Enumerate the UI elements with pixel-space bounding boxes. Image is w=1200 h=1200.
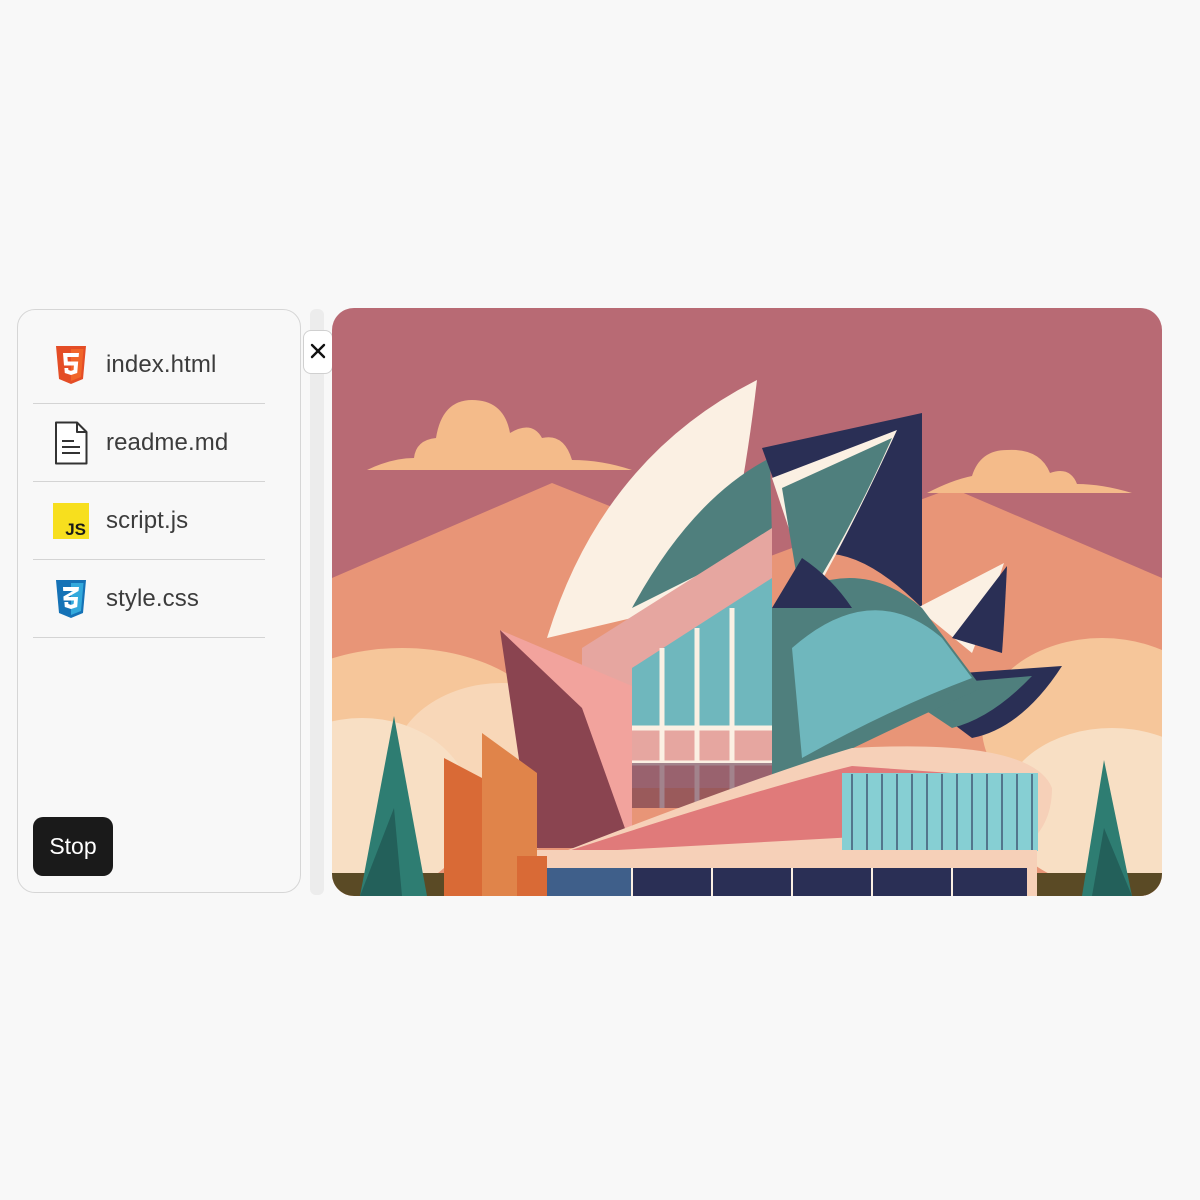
file-item-script-js[interactable]: JS script.js	[33, 482, 265, 560]
file-item-index-html[interactable]: index.html	[33, 326, 265, 404]
image-preview	[332, 308, 1162, 896]
file-item-style-css[interactable]: style.css	[33, 560, 265, 638]
file-name: readme.md	[106, 428, 229, 456]
panel-resize-handle[interactable]	[310, 309, 324, 895]
close-button[interactable]	[303, 330, 333, 374]
css3-icon	[53, 577, 89, 621]
document-icon	[53, 421, 89, 465]
html5-icon	[53, 343, 89, 387]
file-name: style.css	[106, 584, 199, 612]
svg-text:JS: JS	[65, 520, 86, 539]
javascript-icon: JS	[53, 499, 89, 543]
stop-button[interactable]: Stop	[33, 817, 113, 876]
file-name: index.html	[106, 350, 217, 378]
opera-house-illustration	[332, 308, 1162, 896]
file-name: script.js	[106, 506, 189, 534]
file-explorer-panel: index.html readme.md JS script.js style.…	[17, 309, 301, 893]
close-icon	[310, 343, 326, 362]
file-list: index.html readme.md JS script.js style.…	[33, 326, 265, 638]
file-item-readme-md[interactable]: readme.md	[33, 404, 265, 482]
